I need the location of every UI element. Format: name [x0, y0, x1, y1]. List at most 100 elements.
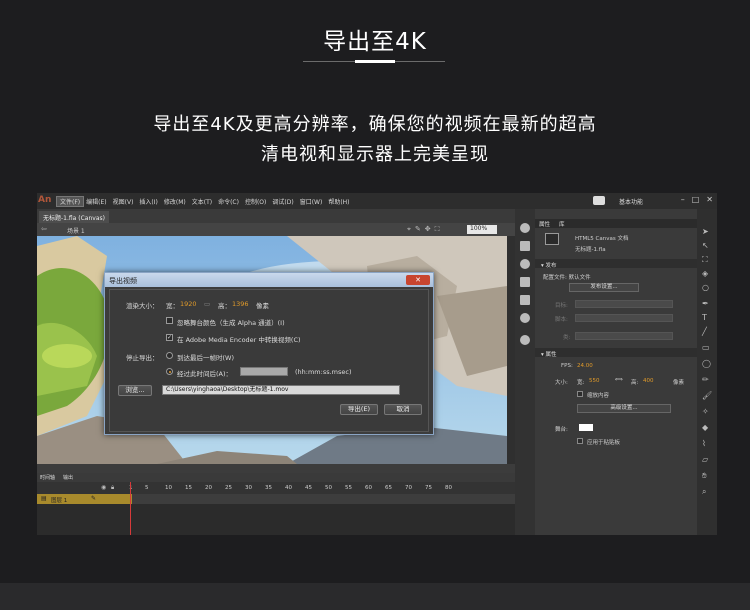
- components-panel-icon[interactable]: [520, 335, 530, 345]
- stop-export-label: 停止导出：: [126, 354, 159, 362]
- swatches-panel-icon[interactable]: [520, 295, 530, 305]
- tab-output[interactable]: 输出: [63, 474, 73, 481]
- 3d-rotation-tool-icon[interactable]: ◈: [702, 269, 708, 278]
- hero-subtitle-line1: 导出至4K及更高分辨率，确保您的视频在最新的超高: [153, 114, 597, 135]
- after-time-radio[interactable]: [166, 368, 173, 375]
- height-value[interactable]: 400: [643, 378, 654, 384]
- menu-insert[interactable]: 插入(I): [136, 197, 160, 206]
- menu-control[interactable]: 控制(O): [242, 197, 269, 206]
- script-label: 脚本:: [555, 317, 568, 323]
- subselection-tool-icon[interactable]: ↖: [702, 241, 709, 250]
- pencil-icon[interactable]: ✎: [91, 495, 96, 502]
- ignore-stage-color-label: 忽略舞台颜色（生成 Alpha 通道）(I): [177, 319, 285, 327]
- layer-row[interactable]: ▤ 图层 1 ✎: [37, 494, 132, 504]
- ignore-stage-color-checkbox[interactable]: [166, 317, 173, 324]
- motion-panel-icon[interactable]: [520, 313, 530, 323]
- dialog-titlebar[interactable]: 导出视频 ✕: [105, 273, 433, 287]
- lock-icon[interactable]: 🔒︎: [111, 484, 114, 492]
- paint-bucket-tool-icon[interactable]: ◆: [702, 423, 708, 432]
- eyedropper-tool-icon[interactable]: ⌇: [702, 439, 706, 448]
- output-path-field[interactable]: C:\Users\yinghaoa\Desktop\无标题-1.mov: [162, 385, 400, 395]
- menu-commands[interactable]: 命令(C): [215, 197, 242, 206]
- last-frame-radio[interactable]: [166, 352, 173, 359]
- transform-panel-icon[interactable]: [520, 277, 530, 287]
- bone-tool-icon[interactable]: ✧: [702, 407, 709, 416]
- zoom-select[interactable]: 100%: [467, 225, 497, 234]
- document-type: HTML5 Canvas 文档: [575, 236, 629, 242]
- height-value[interactable]: 1396: [232, 300, 249, 308]
- info-panel-icon[interactable]: [520, 259, 530, 269]
- width-value[interactable]: 550: [589, 378, 600, 384]
- eraser-tool-icon[interactable]: ▱: [702, 455, 708, 464]
- class-field[interactable]: [575, 332, 673, 340]
- time-input[interactable]: [240, 367, 288, 376]
- lasso-tool-icon[interactable]: ○: [702, 283, 709, 292]
- publish-settings-button[interactable]: 发布设置...: [569, 283, 639, 292]
- tab-timeline[interactable]: 时间轴: [40, 474, 55, 481]
- script-field[interactable]: [575, 314, 673, 322]
- profile-label: 配置文件: 默认文件: [543, 275, 591, 281]
- apply-pasteboard-checkbox[interactable]: [577, 438, 583, 444]
- menu-edit[interactable]: 编辑(E): [83, 197, 109, 206]
- layer-icon: ▤: [41, 495, 47, 502]
- scale-content-checkbox[interactable]: [577, 391, 583, 397]
- eye-icon[interactable]: ◉: [101, 484, 106, 491]
- minimize-icon[interactable]: –: [681, 195, 685, 204]
- stage-color-swatch[interactable]: [579, 424, 593, 431]
- menu-text[interactable]: 文本(T): [189, 197, 215, 206]
- layer-name[interactable]: 图层 1: [51, 496, 67, 504]
- tab-properties[interactable]: 属性: [539, 220, 550, 228]
- target-label: 目标:: [555, 303, 568, 309]
- workspace-switcher[interactable]: 基本功能: [619, 197, 643, 206]
- fps-value[interactable]: 24.00: [577, 363, 593, 369]
- menu-view[interactable]: 视图(V): [110, 197, 137, 206]
- document-tab[interactable]: 无标题-1.fla (Canvas): [39, 211, 109, 223]
- properties-section-header[interactable]: ▾ 属性: [535, 348, 697, 358]
- rectangle-tool-icon[interactable]: ▭: [702, 343, 710, 352]
- browse-button[interactable]: 浏览...: [118, 385, 152, 396]
- frame-track[interactable]: [132, 494, 515, 504]
- playhead[interactable]: [130, 482, 131, 535]
- publish-section-header[interactable]: ▾ 发布: [535, 259, 697, 269]
- menu-window[interactable]: 窗口(W): [297, 197, 326, 206]
- align-panel-icon[interactable]: [520, 241, 530, 251]
- hero-divider-accent: [355, 60, 395, 63]
- edit-tool-icons[interactable]: ⌖✎✥⛶: [407, 225, 444, 234]
- color-panel-icon[interactable]: [520, 223, 530, 233]
- oval-tool-icon[interactable]: ◯: [702, 359, 711, 368]
- line-tool-icon[interactable]: ╱: [702, 327, 707, 336]
- target-field[interactable]: [575, 300, 673, 308]
- pencil-tool-icon[interactable]: ✏: [702, 375, 709, 384]
- pen-tool-icon[interactable]: ✒: [702, 299, 709, 308]
- free-transform-tool-icon[interactable]: ⛶: [702, 255, 708, 265]
- dialog-title: 导出视频: [109, 277, 137, 285]
- edit-bar: ⇦ 场景 1 ⌖✎✥⛶ 100%: [37, 223, 515, 236]
- menu-help[interactable]: 帮助(H): [325, 197, 352, 206]
- selection-tool-icon[interactable]: ➤: [702, 227, 709, 236]
- convert-in-ame-checkbox[interactable]: ✓: [166, 334, 173, 341]
- stage-scrollbar[interactable]: [507, 236, 515, 464]
- last-frame-label: 到达最后一帧时(W): [177, 354, 234, 362]
- hand-tool-icon[interactable]: ✋︎: [702, 471, 707, 481]
- tab-library[interactable]: 库: [559, 220, 565, 228]
- link-proportions-icon[interactable]: ▭: [204, 300, 210, 308]
- cancel-button[interactable]: 取消: [384, 404, 422, 415]
- menu-debug[interactable]: 调试(D): [269, 197, 296, 206]
- width-value[interactable]: 1920: [180, 300, 197, 308]
- link-icon[interactable]: ⟺: [615, 377, 623, 383]
- zoom-tool-icon[interactable]: ⌕: [702, 487, 706, 497]
- advanced-settings-button[interactable]: 高级设置...: [577, 404, 671, 413]
- maximize-icon[interactable]: □: [692, 195, 700, 204]
- back-arrow-icon[interactable]: ⇦: [41, 225, 47, 233]
- dialog-body: 渲染大小： 宽： 1920 ▭ 高： 1396 像素 忽略舞台颜色（生成 Alp…: [109, 289, 429, 432]
- menu-file[interactable]: 文件(F): [55, 196, 85, 207]
- dialog-close-button[interactable]: ✕: [406, 275, 430, 285]
- menu-modify[interactable]: 修改(M): [161, 197, 189, 206]
- frame-number: 10: [165, 485, 172, 491]
- stage-color-label: 舞台:: [555, 427, 568, 433]
- close-icon[interactable]: ✕: [706, 195, 713, 204]
- text-tool-icon[interactable]: T: [702, 313, 707, 322]
- brush-tool-icon[interactable]: 🖌︎: [702, 391, 712, 400]
- sync-badge-icon[interactable]: [593, 196, 605, 205]
- export-button[interactable]: 导出(E): [340, 404, 378, 415]
